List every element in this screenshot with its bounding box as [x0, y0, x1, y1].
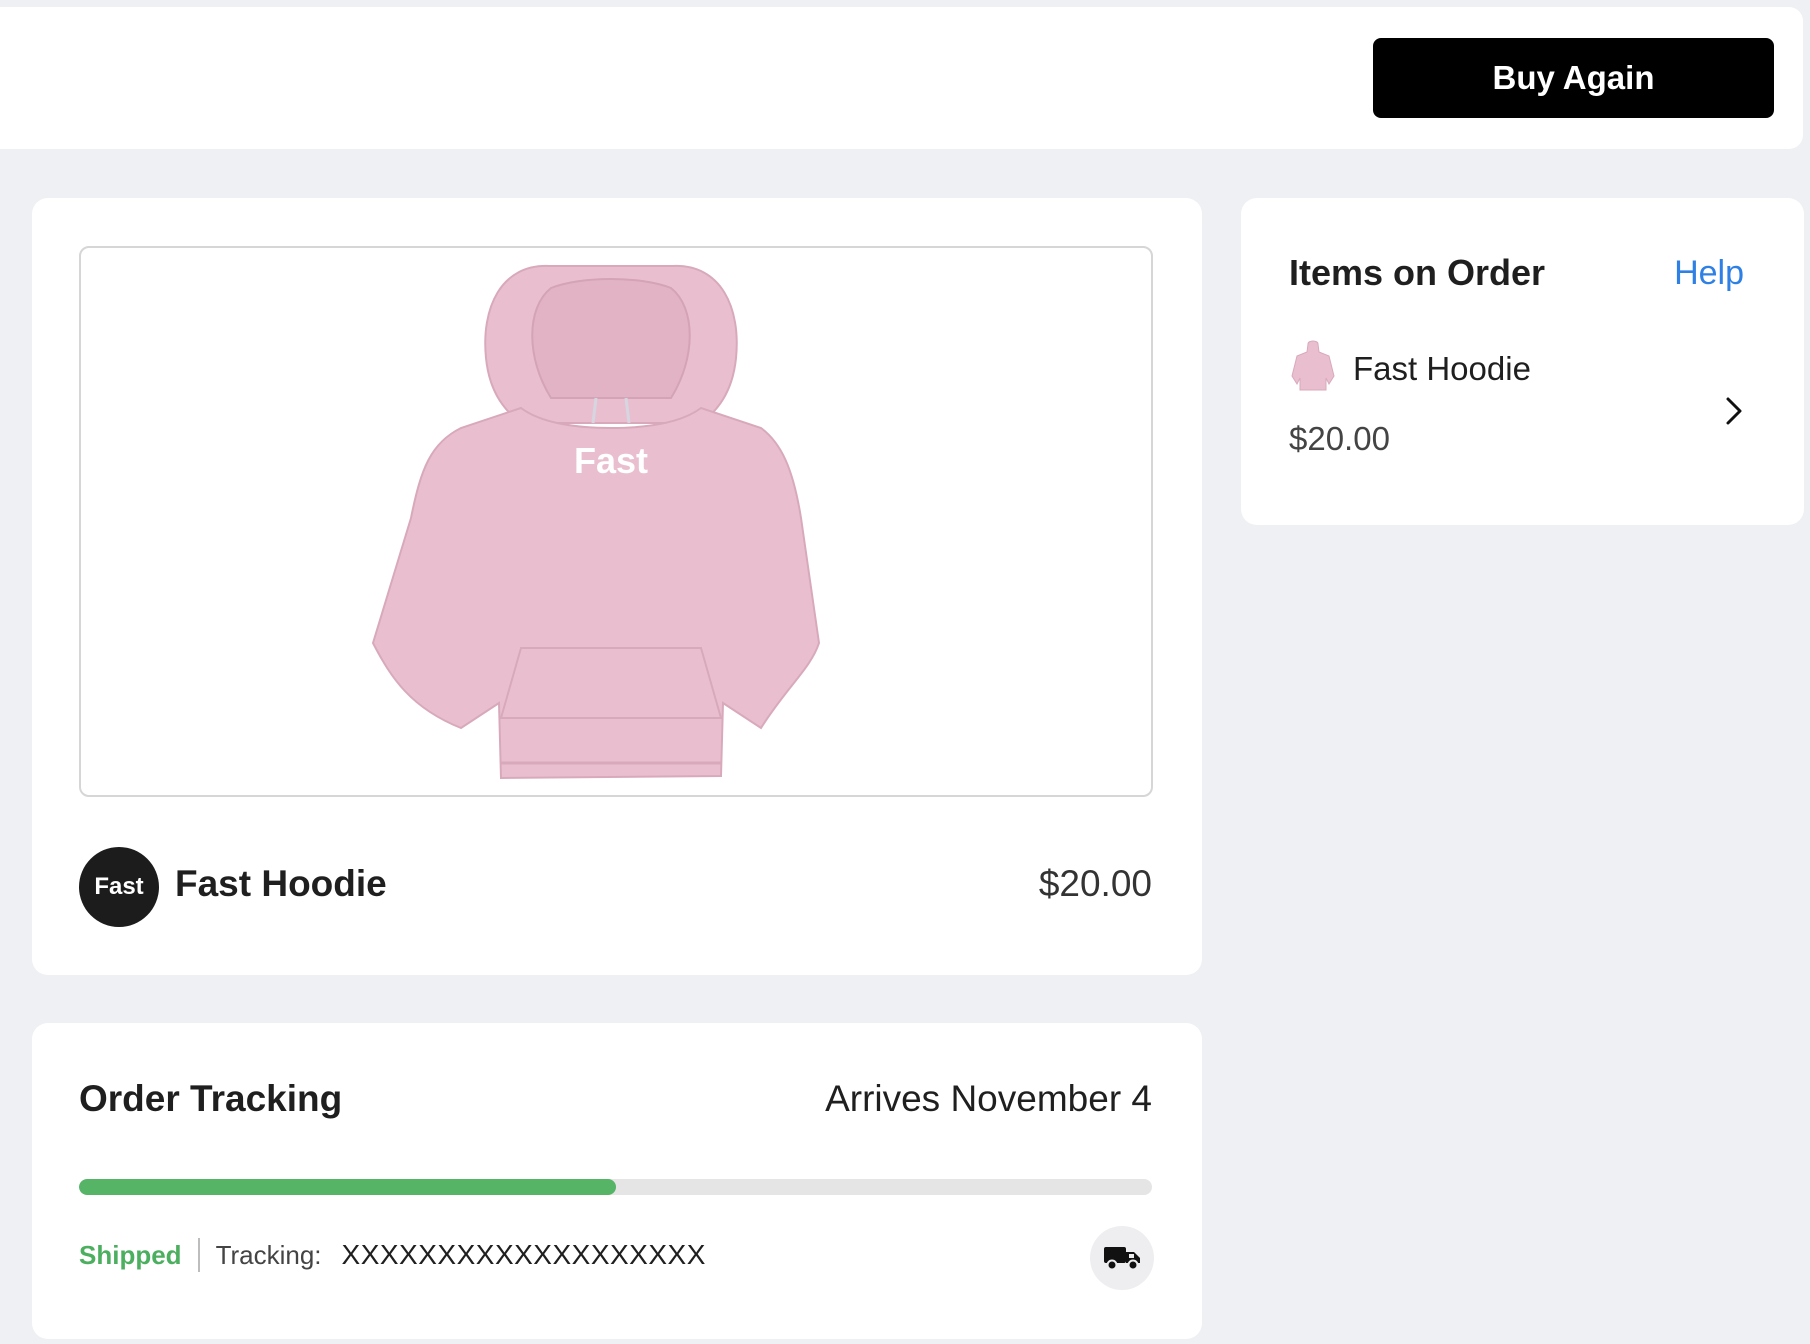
- order-item[interactable]: Fast Hoodie $20.00: [1289, 338, 1744, 478]
- product-price: $20.00: [1038, 863, 1152, 904]
- tracking-status-row: Shipped Tracking: XXXXXXXXXXXXXXXXXXX: [79, 1238, 706, 1272]
- status-badge: Shipped: [79, 1239, 182, 1270]
- truck-icon: [1104, 1247, 1140, 1271]
- order-item-price: $20.00: [1289, 420, 1390, 457]
- order-tracking-title: Order Tracking: [79, 1078, 343, 1119]
- product-image: Fast: [79, 246, 1153, 797]
- help-link[interactable]: Help: [1674, 254, 1744, 293]
- items-on-order-title: Items on Order: [1289, 252, 1546, 293]
- arrival-date: Arrives November 4: [825, 1078, 1152, 1119]
- buy-again-button[interactable]: Buy Again: [1373, 38, 1774, 118]
- tracking-number[interactable]: XXXXXXXXXXXXXXXXXXX: [342, 1239, 706, 1271]
- shipping-progress-fill: [79, 1179, 616, 1195]
- chevron-right-icon: [1726, 397, 1742, 425]
- product-name: Fast Hoodie: [175, 863, 387, 904]
- top-action-bar: Buy Again: [0, 7, 1803, 149]
- order-item-name: Fast Hoodie: [1353, 350, 1531, 387]
- tracking-label: Tracking:: [215, 1239, 322, 1270]
- hoodie-print-text: Fast: [574, 440, 648, 481]
- hoodie-image: Fast: [371, 264, 821, 780]
- order-tracking-card: Order Tracking Arrives November 4 Shippe…: [32, 1023, 1202, 1339]
- product-card: Fast Fast Fast Hoodie $20.00: [32, 198, 1202, 975]
- shipping-progress-bar: [79, 1179, 1152, 1195]
- status-divider: [197, 1238, 200, 1272]
- brand-logo: Fast: [79, 847, 159, 927]
- brand-logo-text: Fast: [94, 873, 144, 900]
- truck-button[interactable]: [1090, 1226, 1154, 1290]
- item-thumbnail-image: [1291, 340, 1335, 391]
- items-on-order-card: Items on Order Help Fast Hoodie $20.00: [1241, 198, 1804, 525]
